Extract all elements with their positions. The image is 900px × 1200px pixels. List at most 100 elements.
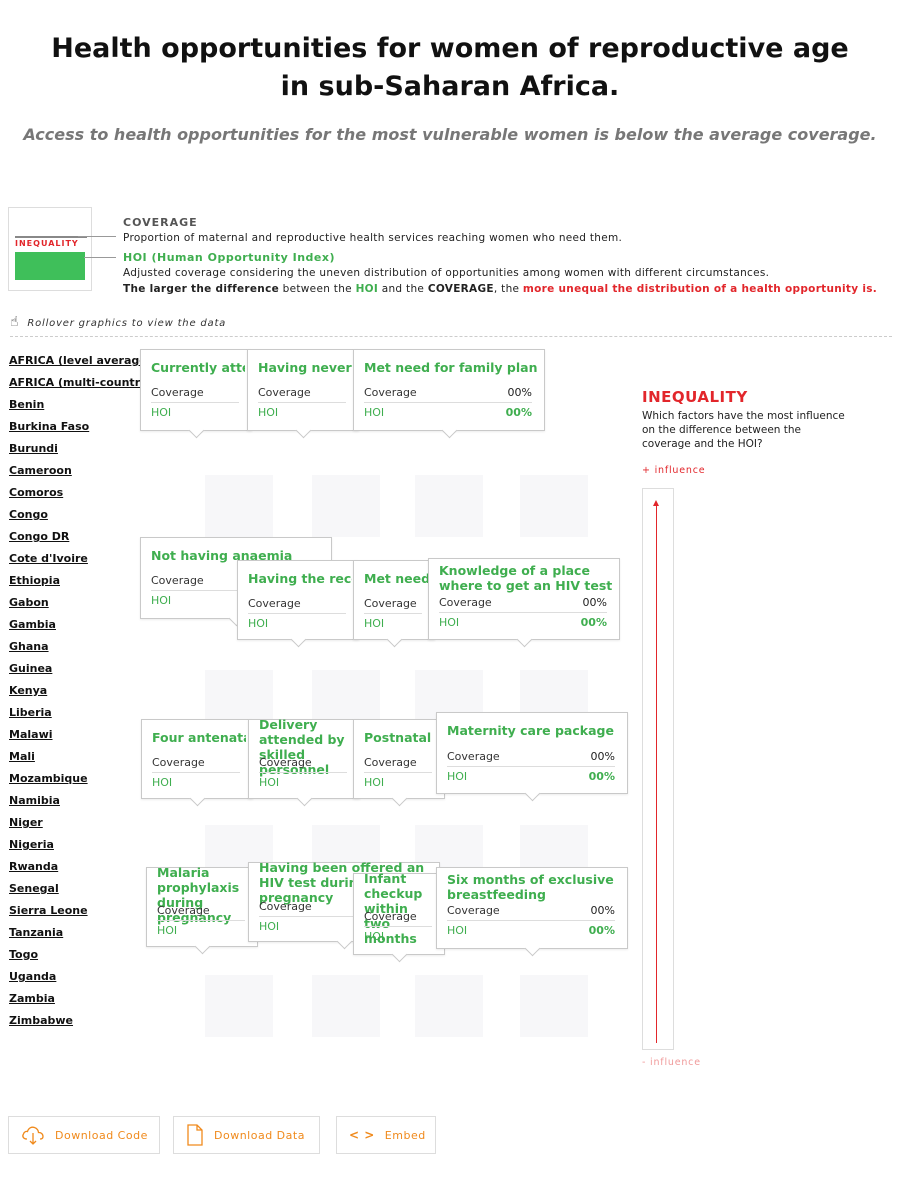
grid-cell — [415, 975, 483, 1037]
coverage-row: Coverage 00% — [364, 386, 532, 403]
tooltip-pointer — [189, 790, 206, 807]
country-link[interactable]: Burundi — [9, 440, 144, 462]
hoi-row: HOI 00% — [447, 770, 615, 783]
country-link[interactable]: Comoros — [9, 484, 144, 506]
country-link[interactable]: Ethiopia — [9, 572, 144, 594]
indicator-card[interactable]: Malaria prophylaxis during pregnancy Cove… — [146, 865, 258, 955]
tooltip-pointer — [524, 785, 541, 802]
country-link[interactable]: Nigeria — [9, 836, 144, 858]
diff-coverage: COVERAGE — [427, 283, 494, 295]
download-data-label: Download Data — [214, 1128, 305, 1142]
country-link[interactable]: Kenya — [9, 682, 144, 704]
divider — [10, 336, 892, 337]
hoi-row-label: HOI — [259, 776, 280, 789]
country-link[interactable]: Uganda — [9, 968, 144, 990]
hand-pointer-icon: ☝ — [10, 314, 20, 330]
tooltip-pointer — [391, 946, 408, 963]
difference-explanation: The larger the difference between the HO… — [123, 283, 877, 295]
coverage-row: Coverage 00% — [439, 596, 607, 613]
download-data-button[interactable]: Download Data — [173, 1116, 320, 1154]
indicator-card[interactable]: Six months of exclusive breastfeeding Cov… — [436, 867, 628, 957]
indicator-card[interactable]: Having never been married Coverage HOI — [247, 349, 359, 439]
country-link[interactable]: Togo — [9, 946, 144, 968]
page-subtitle: Access to health opportunities for the m… — [23, 125, 877, 144]
country-link[interactable]: Ghana — [9, 638, 144, 660]
hoi-row-label: HOI — [439, 616, 460, 629]
coverage-row-label: Coverage — [152, 756, 205, 769]
hoi-row-label: HOI — [248, 617, 269, 630]
inequality-title: INEQUALITY — [642, 388, 748, 406]
download-code-label: Download Code — [55, 1128, 148, 1142]
country-link[interactable]: Rwanda — [9, 858, 144, 880]
grid-cell — [205, 975, 273, 1037]
coverage-row: Coverage — [248, 597, 346, 614]
coverage-row: Coverage 00% — [447, 750, 615, 767]
country-link[interactable]: Cote d'Ivoire — [9, 550, 144, 572]
tooltip-pointer — [524, 940, 541, 957]
country-link[interactable]: Zimbabwe — [9, 1012, 144, 1034]
legend-connector-coverage — [78, 236, 116, 237]
country-link[interactable]: Congo DR — [9, 528, 144, 550]
country-link[interactable]: Burkina Faso — [9, 418, 144, 440]
tooltip-pointer — [336, 933, 353, 950]
coverage-value: 00% — [582, 596, 607, 609]
country-link[interactable]: Gambia — [9, 616, 144, 638]
coverage-row-label: Coverage — [151, 386, 204, 399]
rollover-hint: ☝ Rollover graphics to view the data — [10, 314, 226, 330]
legend-inequality-tag: INEQUALITY — [15, 239, 79, 248]
indicator-card[interactable]: Infant checkup within two months Coverage… — [353, 871, 445, 963]
country-link[interactable]: Senegal — [9, 880, 144, 902]
plus-influence-label: + influence — [642, 465, 706, 476]
country-link[interactable]: AFRICA (multi-country) — [9, 374, 144, 396]
country-link[interactable]: Benin — [9, 396, 144, 418]
diff-hoi: HOI — [355, 283, 379, 295]
hoi-row-label: HOI — [151, 594, 172, 607]
country-link[interactable]: Gabon — [9, 594, 144, 616]
indicator-card[interactable]: Delivery attended by skilled personnel Co… — [248, 717, 360, 807]
coverage-row-label: Coverage — [259, 756, 312, 769]
hoi-row-label: HOI — [364, 406, 385, 419]
indicator-card[interactable]: Currently attending school Coverage HOI — [140, 349, 252, 439]
country-link[interactable]: Tanzania — [9, 924, 144, 946]
legend-swatch: INEQUALITY — [8, 207, 92, 291]
hoi-row: HOI — [152, 776, 240, 789]
hoi-row-label: HOI — [364, 617, 385, 630]
country-link[interactable]: Mozambique — [9, 770, 144, 792]
indicator-card[interactable]: Postnatal check Coverage HOI — [353, 719, 445, 807]
indicator-card[interactable]: Met need for family planningCoverage00%H… — [353, 349, 545, 439]
country-link[interactable]: Niger — [9, 814, 144, 836]
download-code-button[interactable]: Download Code — [8, 1116, 160, 1154]
cloud-download-icon — [21, 1124, 45, 1146]
country-link[interactable]: Mali — [9, 748, 144, 770]
indicator-card[interactable]: Knowledge of a place where to get an HIV… — [428, 558, 620, 648]
indicator-card[interactable]: Four antenatal care Coverage HOI — [141, 719, 253, 807]
country-link[interactable]: Sierra Leone — [9, 902, 144, 924]
country-link[interactable]: Guinea — [9, 660, 144, 682]
country-link[interactable]: Namibia — [9, 792, 144, 814]
coverage-row: Coverage — [258, 386, 346, 403]
title-line-2: in sub-Saharan Africa. — [280, 71, 620, 102]
rollover-text: Rollover graphics to view the data — [27, 318, 227, 329]
country-link[interactable]: Zambia — [9, 990, 144, 1012]
coverage-row: Coverage — [157, 904, 245, 921]
coverage-row-label: Coverage — [151, 574, 204, 587]
hoi-row-label: HOI — [151, 406, 172, 419]
hoi-row-label: HOI — [258, 406, 279, 419]
country-link[interactable]: Liberia — [9, 704, 144, 726]
hoi-row-label: HOI — [447, 770, 468, 783]
grid-cell — [520, 975, 588, 1037]
hoi-row-label: HOI — [259, 920, 280, 933]
coverage-row-label: Coverage — [248, 597, 301, 610]
indicator-card[interactable]: Maternity care package Coverage 00% HOI 00% — [436, 712, 628, 802]
coverage-row: Coverage — [152, 756, 240, 773]
country-link[interactable]: Malawi — [9, 726, 144, 748]
indicator-card[interactable]: Met need for Coverage HOI — [353, 560, 435, 648]
country-link[interactable]: Congo — [9, 506, 144, 528]
hoi-row: HOI 00% — [439, 616, 607, 629]
country-link[interactable]: AFRICA (level average) — [9, 352, 144, 374]
coverage-row-label: Coverage — [447, 750, 500, 763]
embed-button[interactable]: < > Embed — [336, 1116, 436, 1154]
coverage-value: 00% — [590, 904, 615, 917]
country-link[interactable]: Cameroon — [9, 462, 144, 484]
indicator-card[interactable]: Having the recommended Coverage HOI — [237, 560, 359, 648]
